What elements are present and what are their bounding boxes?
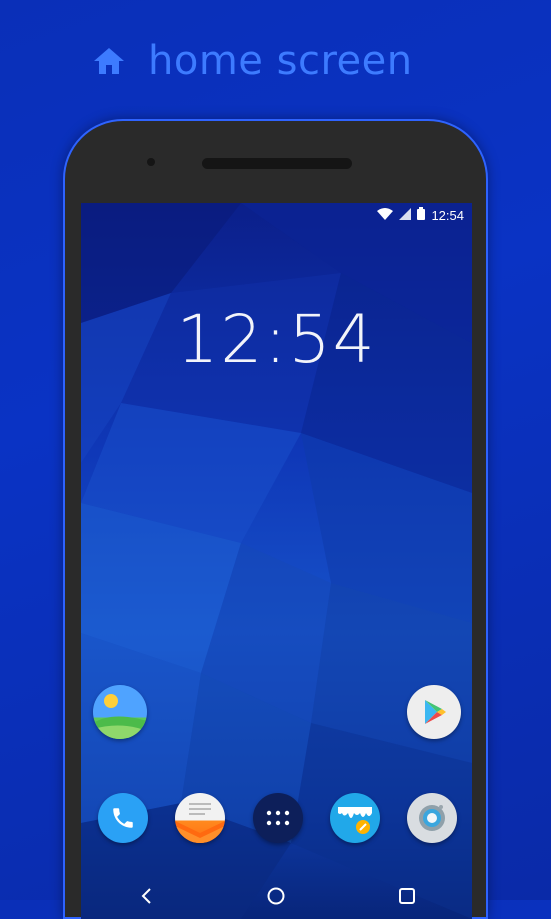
navigation-bar (81, 873, 472, 919)
messages-app-icon[interactable] (175, 793, 225, 843)
phone-app-icon[interactable] (98, 793, 148, 843)
earpiece-speaker (202, 158, 352, 169)
phone-frame: 12:54 12:54 (63, 119, 488, 919)
page-header: home screen (92, 38, 413, 84)
page-title: home screen (148, 38, 413, 84)
back-icon[interactable] (116, 876, 176, 916)
clock-widget[interactable]: 12:54 (81, 301, 472, 378)
gallery-app-icon[interactable] (93, 685, 147, 739)
camera-app-icon[interactable] (407, 793, 457, 843)
app-drawer-icon[interactable] (253, 793, 303, 843)
recents-icon[interactable] (377, 876, 437, 916)
status-bar: 12:54 (377, 207, 464, 223)
front-camera (147, 158, 155, 166)
paint-app-icon[interactable] (330, 793, 380, 843)
home-nav-icon[interactable] (246, 876, 306, 916)
signal-icon (399, 207, 412, 223)
phone-screen: 12:54 12:54 (81, 203, 472, 919)
play-store-app-icon[interactable] (407, 685, 461, 739)
status-time: 12:54 (431, 207, 464, 223)
home-icon (92, 46, 126, 76)
battery-icon (417, 207, 426, 223)
wifi-icon (377, 207, 394, 223)
